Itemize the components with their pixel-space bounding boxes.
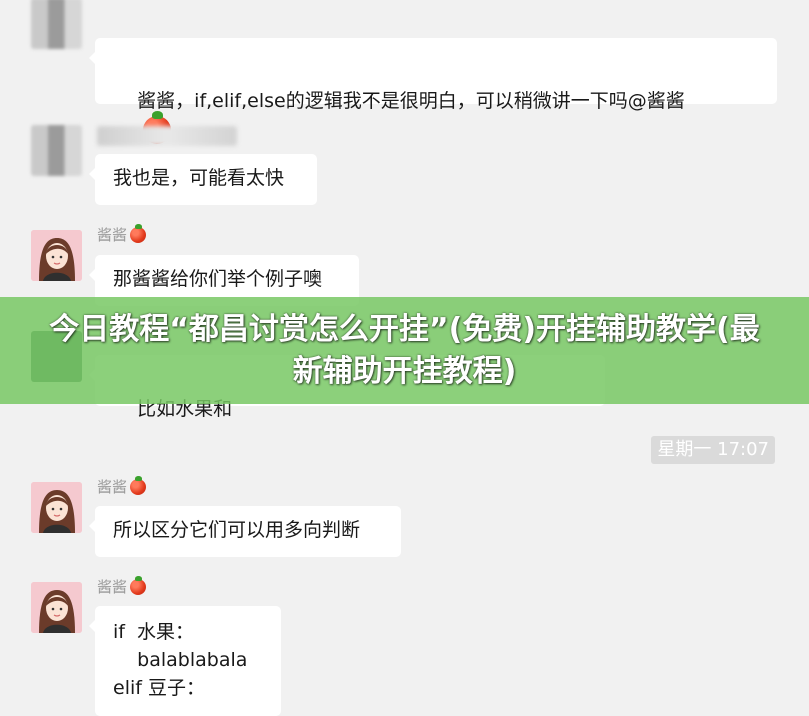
- girl-avatar-icon: [31, 482, 82, 533]
- banner-overlay: 今日教程“都昌讨赏怎么开挂”(免费)开挂辅助教学(最新辅助开挂教程): [0, 297, 809, 404]
- message-bubble: if 水果： balablabala elif 豆子：: [89, 606, 281, 716]
- tomato-icon: [130, 224, 147, 243]
- message-bubble: 我也是，可能看太快: [89, 154, 317, 205]
- tomato-icon: [130, 576, 147, 595]
- message-bubble: 酱酱，if,elif,else的逻辑我不是很明白，可以稍微讲一下吗@酱酱: [89, 38, 777, 144]
- sender-name: 酱酱: [97, 476, 147, 497]
- girl-avatar-icon: [31, 230, 82, 281]
- message-text: 酱酱，if,elif,else的逻辑我不是很明白，可以稍微讲一下吗@酱酱: [137, 90, 685, 112]
- avatar[interactable]: [31, 482, 82, 533]
- message-bubble: 所以区分它们可以用多向判断: [89, 506, 401, 557]
- avatar[interactable]: [31, 0, 82, 49]
- avatar[interactable]: [31, 125, 82, 176]
- avatar[interactable]: [31, 230, 82, 281]
- avatar[interactable]: [31, 582, 82, 633]
- chat-window: 酱酱，if,elif,else的逻辑我不是很明白，可以稍微讲一下吗@酱酱 我也是…: [0, 0, 809, 716]
- sender-name: 酱酱: [97, 576, 147, 597]
- banner-title: 今日教程“都昌讨赏怎么开挂”(免费)开挂辅助教学(最新辅助开挂教程): [49, 311, 760, 389]
- sender-name: 酱酱: [97, 224, 147, 245]
- tomato-icon: [130, 476, 147, 495]
- timestamp: 星期一 17:07: [651, 436, 775, 464]
- sender-name: [97, 126, 237, 146]
- girl-avatar-icon: [31, 582, 82, 633]
